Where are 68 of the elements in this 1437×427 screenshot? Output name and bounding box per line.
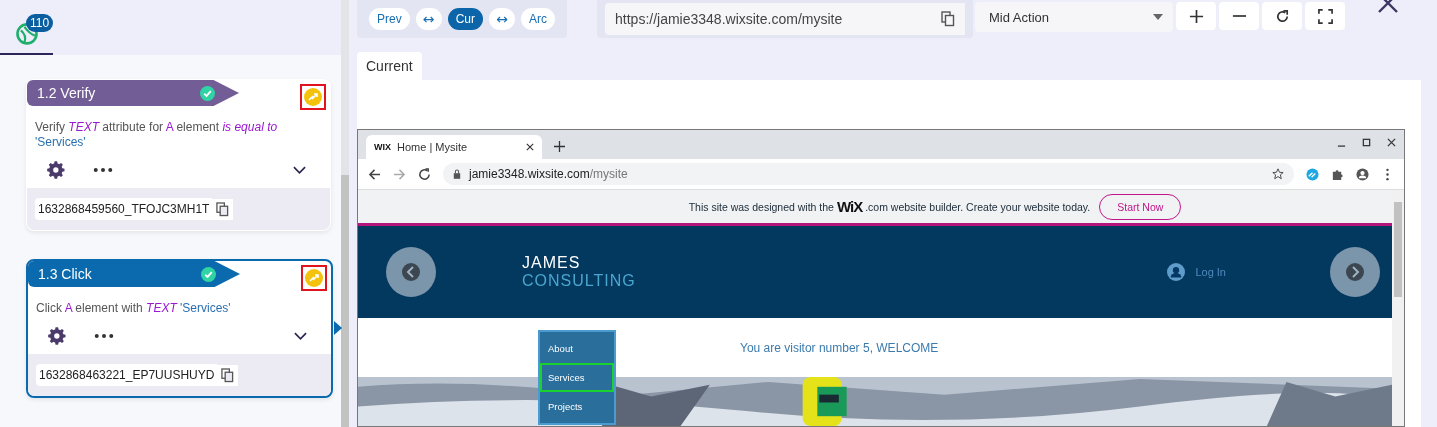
address-text: jamie3348.wixsite.com <box>469 167 590 181</box>
close-icon[interactable] <box>1387 138 1396 147</box>
chevron-down-icon[interactable] <box>294 332 307 340</box>
step-id: 1632868463221_EP7UUSHUYD <box>36 364 218 386</box>
pointer-icon <box>334 321 342 335</box>
self-heal-icon[interactable] <box>301 265 327 291</box>
zoom-in-button[interactable] <box>1176 2 1217 30</box>
scrollbar-thumb[interactable] <box>341 175 349 427</box>
step-title: 1.3 Click <box>28 261 240 287</box>
close-icon[interactable] <box>526 143 534 151</box>
step-description: Verify TEXT attribute for A element is equal to 'Services' <box>34 119 279 150</box>
visitor-text: You are visitor number 5, WELCOME <box>740 340 939 355</box>
refresh-icon <box>1274 8 1290 24</box>
menu-item[interactable]: Services <box>540 363 614 392</box>
lock-icon <box>453 169 461 179</box>
next-slide-button[interactable] <box>1330 247 1380 297</box>
refresh-button[interactable] <box>1262 2 1303 30</box>
copy-icon[interactable] <box>931 3 966 35</box>
menu-item[interactable]: About <box>540 334 614 363</box>
chevron-down-icon[interactable] <box>293 166 306 174</box>
menu-item[interactable]: Projects <box>540 392 614 421</box>
step-id: 1632868459560_TFOJC3MH1T <box>35 198 213 220</box>
zoom-out-button[interactable] <box>1219 2 1260 30</box>
step-title: 1.2 Verify <box>27 80 239 106</box>
bookmark-star-icon[interactable] <box>1272 168 1284 180</box>
count-badge: 110 <box>26 14 54 32</box>
url-field[interactable]: https://jamie3348.wixsite.com/mysite <box>597 0 974 38</box>
new-tab-icon[interactable] <box>554 141 565 152</box>
previous-slide-button[interactable] <box>386 247 436 297</box>
banner-text: .com website builder. Create your website today. <box>865 200 1091 213</box>
settings-icon[interactable] <box>47 160 67 180</box>
back-icon[interactable] <box>368 167 381 181</box>
favicon: WIX <box>374 142 391 152</box>
more-icon[interactable] <box>93 167 113 173</box>
action-dropdown[interactable]: Mid Action <box>975 2 1174 32</box>
wix-logo: WiX <box>836 198 863 215</box>
copy-icon[interactable] <box>212 198 234 220</box>
profile-icon[interactable] <box>1356 167 1369 181</box>
extension-logo-icon[interactable] <box>1306 167 1319 181</box>
more-icon[interactable] <box>94 333 114 339</box>
plus-icon <box>1188 8 1204 24</box>
self-heal-icon[interactable] <box>300 84 326 110</box>
site-name: JAMES <box>522 254 582 272</box>
step-description: Click A element with TEXT 'Services' <box>35 300 232 316</box>
maximize-icon[interactable] <box>1362 138 1371 147</box>
swap-button[interactable]: ↔ <box>489 8 516 30</box>
user-icon <box>1167 263 1186 281</box>
mode-button[interactable]: Cur <box>447 8 484 30</box>
address-path: /mysite <box>589 167 628 181</box>
view-tab[interactable]: Current <box>357 52 422 80</box>
fullscreen-icon <box>1317 8 1333 24</box>
site-subtitle: CONSULTING <box>522 272 636 290</box>
fullscreen-button[interactable] <box>1305 2 1346 30</box>
address-bar[interactable]: jamie3348.wixsite.com/mysite <box>443 163 1294 185</box>
reload-icon[interactable] <box>418 167 431 181</box>
browser-tab[interactable]: WIX Home | Mysite <box>366 135 542 159</box>
copy-icon[interactable] <box>217 364 239 386</box>
banner-text: This site was designed with the <box>688 200 834 213</box>
step-card[interactable]: 1.2 Verify Verify TEXT attribute for A element is equal to 'Services' 1632868459560_TFOJC3MH1T <box>26 79 331 231</box>
login-link[interactable]: Log In <box>1167 263 1226 281</box>
swap-button[interactable]: ↔ <box>415 8 442 30</box>
mode-button[interactable]: Arc <box>521 8 556 30</box>
scrollbar-thumb[interactable] <box>1394 202 1402 297</box>
puzzle-icon[interactable] <box>1331 167 1344 181</box>
settings-icon[interactable] <box>48 326 68 346</box>
minus-icon <box>1231 15 1247 17</box>
caret-icon <box>1153 14 1164 20</box>
mode-button[interactable]: Prev <box>369 8 410 30</box>
